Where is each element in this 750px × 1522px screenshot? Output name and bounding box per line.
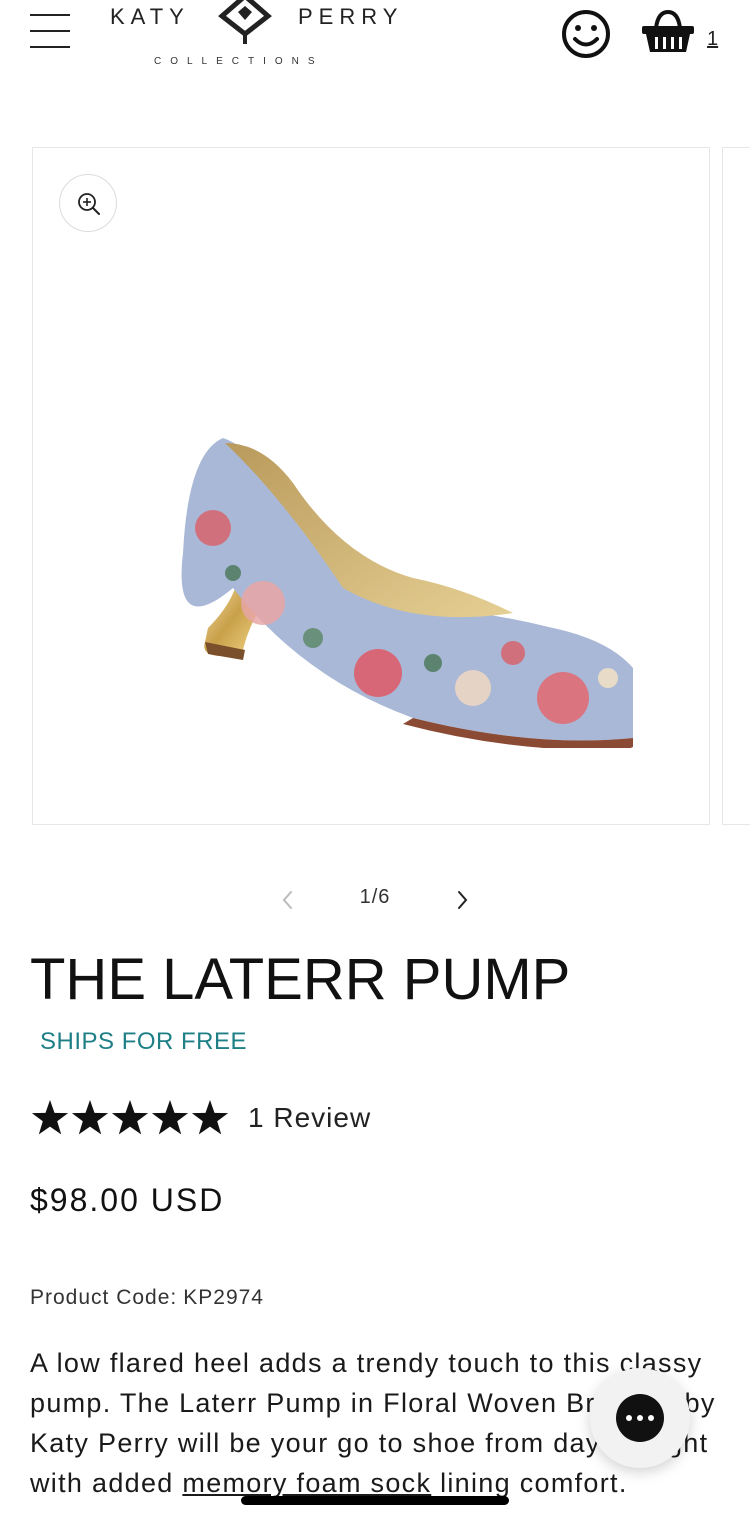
shipping-badge: SHIPS FOR FREE bbox=[40, 1028, 248, 1055]
logo-word-katy: KATY bbox=[110, 4, 190, 29]
zoom-in-icon bbox=[78, 193, 100, 215]
next-slide-peek bbox=[722, 147, 750, 825]
hamburger-menu-icon[interactable] bbox=[30, 14, 70, 50]
product-code-label: Product Code: bbox=[30, 1286, 178, 1309]
chat-button[interactable] bbox=[590, 1368, 690, 1468]
product-code: Product Code: KP2974 bbox=[30, 1286, 264, 1310]
basket-cart-icon[interactable] bbox=[640, 8, 696, 56]
chat-bubble-icon bbox=[616, 1394, 664, 1442]
home-indicator bbox=[241, 1496, 509, 1505]
memory-foam-link[interactable]: memory foam sock bbox=[182, 1468, 431, 1498]
review-count-link[interactable]: 1 Review bbox=[248, 1102, 371, 1134]
site-header: KATY PERRY COLLECTIONS 1 bbox=[0, 0, 750, 90]
slide-counter: 1/6 bbox=[359, 886, 391, 908]
product-price: $98.00 USD bbox=[30, 1182, 225, 1218]
star-icon bbox=[191, 1100, 229, 1135]
logo-mark-icon bbox=[218, 0, 272, 44]
product-code-value: KP2974 bbox=[183, 1286, 264, 1309]
logo-subtitle: COLLECTIONS bbox=[154, 56, 324, 67]
logo-word-perry: PERRY bbox=[298, 4, 404, 29]
product-title: THE LATERR PUMP bbox=[30, 947, 571, 1012]
brand-logo[interactable]: KATY PERRY COLLECTIONS bbox=[110, 0, 410, 80]
chevron-left-icon[interactable] bbox=[276, 886, 300, 914]
star-icon bbox=[111, 1100, 149, 1135]
star-rating-icons bbox=[31, 1100, 229, 1135]
zoom-button[interactable] bbox=[59, 174, 117, 232]
star-icon bbox=[151, 1100, 189, 1135]
smiley-account-icon[interactable] bbox=[560, 8, 612, 60]
chevron-right-icon[interactable] bbox=[450, 886, 474, 914]
cart-count-badge[interactable]: 1 bbox=[707, 28, 718, 51]
star-icon bbox=[31, 1100, 69, 1135]
product-image-gallery[interactable] bbox=[32, 147, 710, 825]
description-text-end: lining comfort. bbox=[431, 1468, 628, 1498]
star-icon bbox=[71, 1100, 109, 1135]
gallery-pagination: 1/6 bbox=[0, 880, 750, 920]
product-image-shoe bbox=[181, 438, 633, 748]
product-rating[interactable]: 1 Review bbox=[30, 1096, 430, 1142]
